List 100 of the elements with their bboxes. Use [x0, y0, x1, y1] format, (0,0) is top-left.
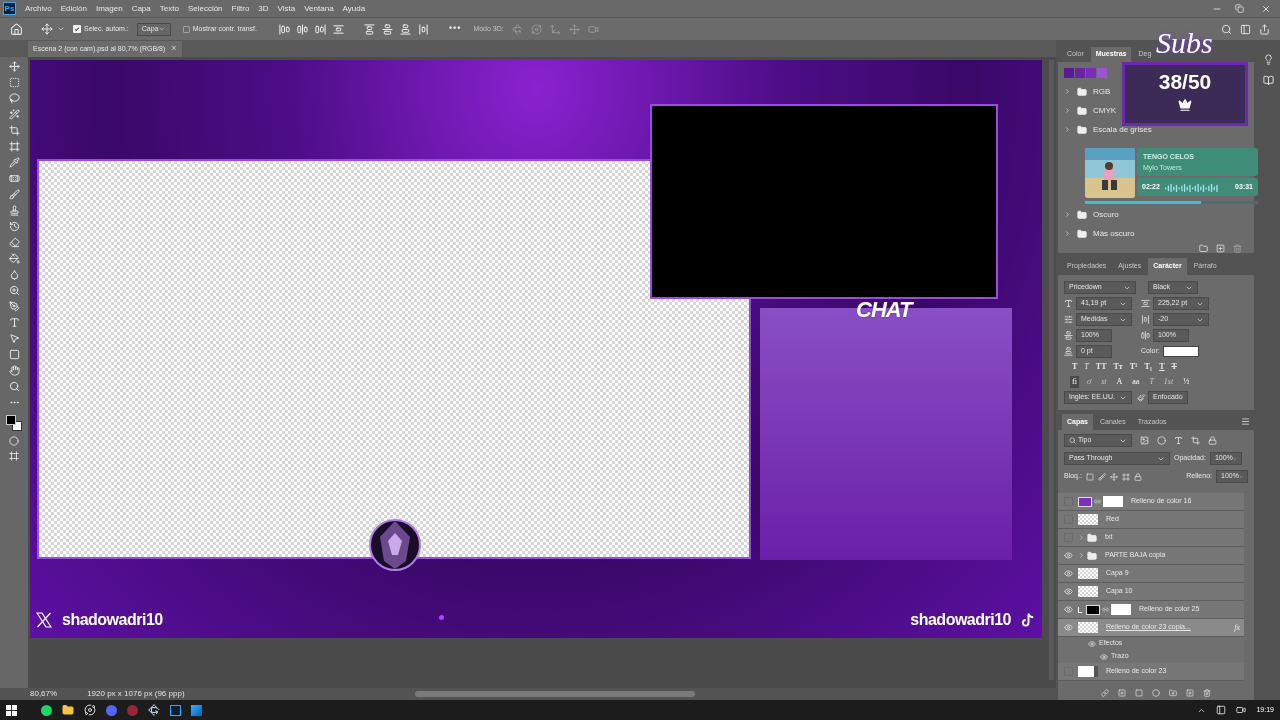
dodge-tool-icon[interactable]	[8, 285, 20, 296]
filter-icon[interactable]	[1208, 436, 1217, 445]
book-icon[interactable]	[1262, 75, 1274, 86]
layer-action-icon[interactable]	[1169, 689, 1177, 697]
align-icon[interactable]	[332, 23, 344, 35]
panel-menu-icon[interactable]	[1241, 417, 1250, 426]
distribute-icon[interactable]	[417, 23, 429, 35]
opentype-button[interactable]: ½	[1181, 376, 1192, 388]
folder-app-icon[interactable]	[62, 704, 74, 716]
align-icon[interactable]	[314, 23, 326, 35]
pen-tool-icon[interactable]	[8, 301, 20, 312]
more-button[interactable]: •••	[448, 22, 462, 36]
distribute-icon[interactable]	[381, 23, 393, 35]
opentype-button[interactable]: aa	[1130, 376, 1142, 388]
visibility-icon[interactable]	[1063, 605, 1073, 614]
text-style-button[interactable]: T	[1084, 361, 1089, 373]
lasso-tool-icon[interactable]	[8, 93, 20, 104]
menu-item[interactable]: Selección	[187, 2, 223, 15]
expand-icon[interactable]	[1078, 534, 1085, 541]
lock-icon[interactable]	[1133, 472, 1142, 481]
swatch-group[interactable]: Oscuro	[1093, 208, 1119, 221]
new-swatch-icon[interactable]	[1216, 243, 1225, 253]
checkbox[interactable]	[182, 25, 190, 33]
layer-action-icon[interactable]	[1101, 689, 1109, 697]
lock-icon[interactable]	[1121, 472, 1130, 481]
quick-mask-icon[interactable]	[9, 436, 19, 446]
search-icon[interactable]	[1221, 23, 1232, 35]
text-style-button[interactable]: T	[1171, 361, 1177, 373]
screen-mode-icon[interactable]	[9, 451, 19, 461]
layer-action-icon[interactable]	[1135, 689, 1143, 697]
menu-item[interactable]: Imagen	[95, 2, 123, 15]
color-swatches[interactable]	[6, 415, 22, 431]
menu-item[interactable]: Ayuda	[342, 2, 366, 15]
text-style-button[interactable]: TT	[1095, 361, 1107, 373]
expand-icon[interactable]	[1078, 552, 1085, 559]
text-color-swatch[interactable]	[1162, 346, 1199, 357]
menu-item[interactable]: Capa	[131, 2, 151, 15]
wand-tool-icon[interactable]	[8, 109, 20, 120]
layer-action-icon[interactable]	[1203, 689, 1211, 697]
color-swatch[interactable]	[1086, 68, 1096, 78]
menu-item[interactable]: Edición	[60, 2, 87, 15]
brush-tool-icon[interactable]	[8, 189, 20, 200]
opentype-button[interactable]: fi	[1070, 376, 1079, 388]
close-button[interactable]	[1261, 3, 1271, 14]
eyedropper-tool-icon[interactable]	[8, 157, 20, 168]
expand-icon[interactable]	[1064, 107, 1071, 114]
restore-button[interactable]	[1235, 4, 1244, 13]
drop-tool-icon[interactable]	[8, 269, 20, 280]
music-app-icon[interactable]	[41, 704, 52, 716]
lock-icon[interactable]	[1097, 472, 1106, 481]
home-icon[interactable]	[10, 22, 23, 36]
distribute-icon[interactable]	[399, 23, 411, 35]
color-swatch[interactable]	[1064, 68, 1074, 78]
visibility-icon[interactable]	[1063, 569, 1073, 578]
text-style-button[interactable]: T	[1159, 361, 1165, 373]
align-icon[interactable]	[278, 23, 290, 35]
swatch-group[interactable]: RGB	[1093, 85, 1111, 98]
text-style-button[interactable]: T₁	[1144, 361, 1153, 373]
move-icon[interactable]	[41, 23, 53, 35]
move-tool-icon[interactable]	[8, 61, 20, 72]
expand-icon[interactable]	[1064, 88, 1071, 95]
expand-icon[interactable]	[1064, 230, 1071, 237]
menu-item[interactable]: Filtro	[231, 2, 250, 15]
delete-icon[interactable]	[1233, 243, 1242, 253]
new-group-icon[interactable]	[1199, 243, 1208, 253]
lock-icon[interactable]	[1109, 472, 1118, 481]
bucket-tool-icon[interactable]	[8, 253, 20, 264]
eraser-tool-icon[interactable]	[8, 237, 20, 248]
app-icon[interactable]	[127, 704, 138, 716]
zoom-tool-icon[interactable]	[8, 381, 20, 392]
swatch-group[interactable]: CMYK	[1093, 104, 1117, 117]
share-icon[interactable]	[1259, 23, 1270, 35]
caret-icon[interactable]	[57, 25, 65, 33]
text-style-button[interactable]: T	[1072, 361, 1078, 373]
visibility-icon[interactable]	[1063, 587, 1073, 596]
layer-action-icon[interactable]	[1152, 689, 1160, 697]
type-tool-icon[interactable]	[8, 317, 20, 328]
filter-icon[interactable]	[1174, 436, 1183, 445]
visibility-icon[interactable]	[1100, 652, 1108, 661]
3d-tool-icon[interactable]	[568, 23, 580, 35]
stamp-tool-icon[interactable]	[8, 205, 20, 216]
frame-tool-icon[interactable]	[8, 141, 20, 152]
filter-icon[interactable]	[1191, 436, 1200, 445]
pointer-tool-icon[interactable]	[8, 333, 20, 344]
visibility-icon[interactable]	[1088, 639, 1096, 648]
visibility-icon[interactable]	[1063, 623, 1073, 632]
windows-start-icon[interactable]	[6, 704, 17, 716]
layer-action-icon[interactable]	[1118, 689, 1126, 697]
color-swatch[interactable]	[1097, 68, 1107, 78]
filter-icon[interactable]	[1140, 436, 1149, 445]
menu-item[interactable]: Vista	[277, 2, 296, 15]
text-style-button[interactable]: T¹	[1129, 361, 1138, 373]
lock-icon[interactable]	[1085, 472, 1094, 481]
filter-icon[interactable]	[1157, 436, 1166, 445]
workspace-icon[interactable]	[1240, 23, 1251, 35]
expand-icon[interactable]	[1064, 211, 1071, 218]
bandage-tool-icon[interactable]	[8, 173, 20, 184]
swatch-group[interactable]: Más oscuro	[1093, 227, 1135, 240]
menu-item[interactable]: Archivo	[25, 2, 52, 15]
distribute-icon[interactable]	[363, 23, 375, 35]
